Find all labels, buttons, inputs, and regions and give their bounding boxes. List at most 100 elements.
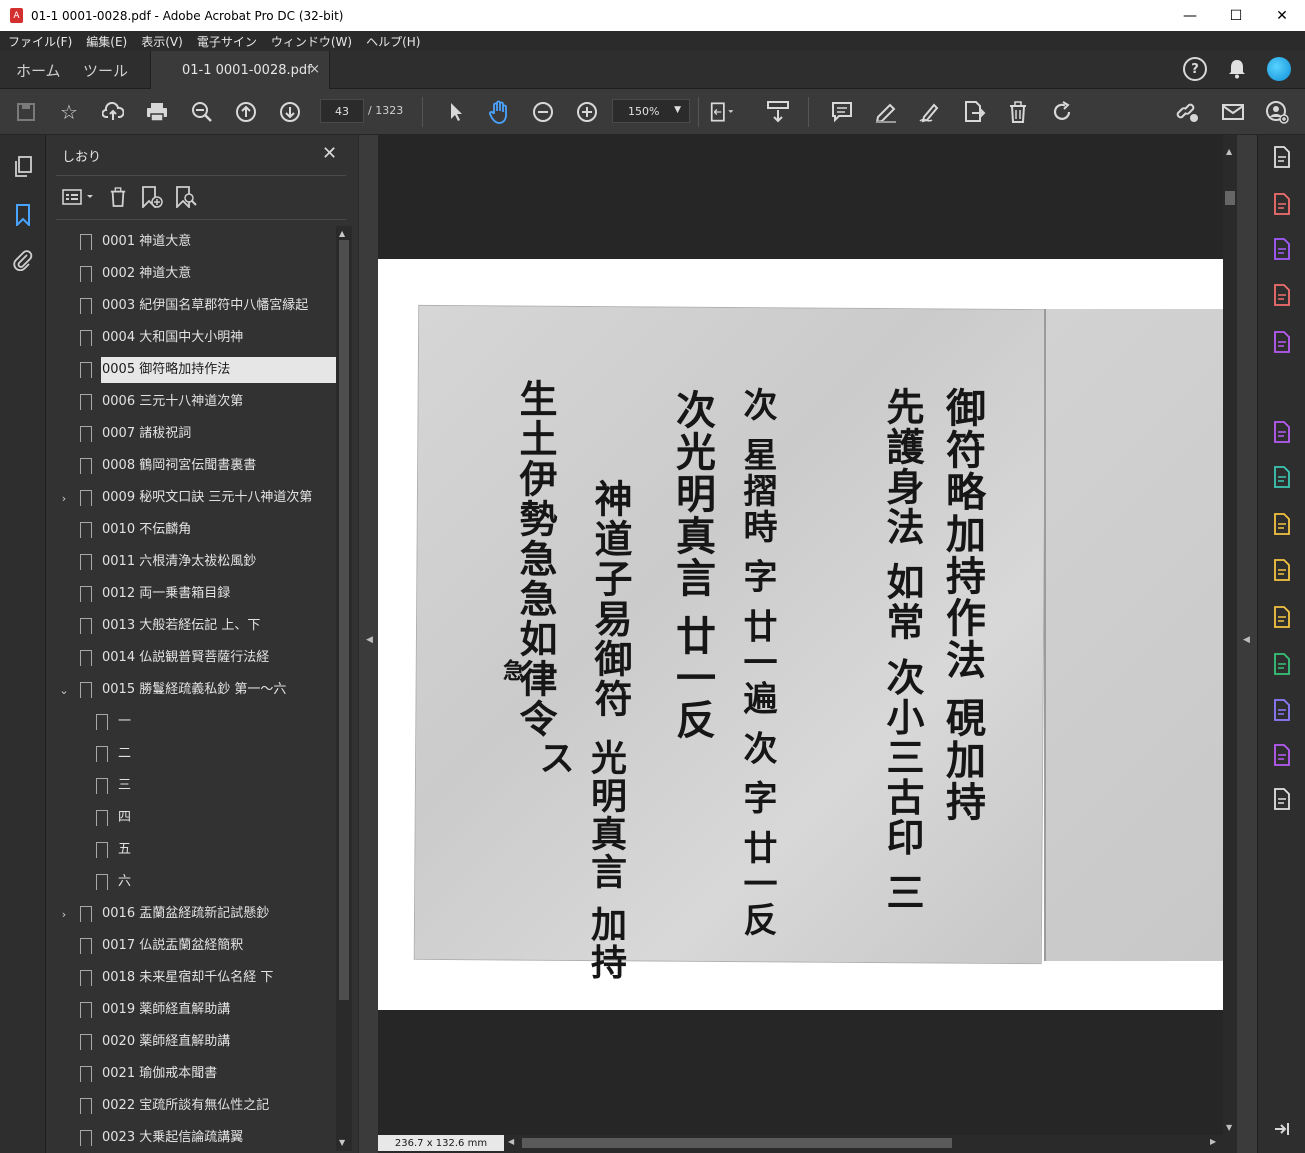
bookmark-item[interactable]: 0017 仏説盂蘭盆経簡釈 bbox=[46, 930, 336, 962]
bookmark-item[interactable]: 0011 六根清浄太祓松風鈔 bbox=[46, 546, 336, 578]
user-add-icon[interactable] bbox=[1264, 99, 1290, 125]
compare-icon[interactable] bbox=[1270, 512, 1294, 536]
rotate-icon[interactable] bbox=[1049, 99, 1075, 125]
new-bookmark-icon[interactable] bbox=[138, 183, 166, 211]
expand-right-icon[interactable]: ◀ bbox=[1243, 635, 1250, 645]
menu-help[interactable]: ヘルプ(H) bbox=[366, 33, 420, 50]
edit-pdf-icon[interactable] bbox=[1270, 330, 1294, 354]
tab-home[interactable]: ホーム bbox=[16, 51, 61, 89]
menu-window[interactable]: ウィンドウ(W) bbox=[271, 33, 352, 50]
scroll-mode-icon[interactable] bbox=[765, 99, 791, 125]
menu-edit[interactable]: 編集(E) bbox=[86, 33, 127, 50]
protect-icon[interactable] bbox=[1270, 698, 1294, 722]
highlight-icon[interactable] bbox=[873, 99, 899, 125]
bookmark-item[interactable]: 0023 大乗起信論疏講翼 bbox=[46, 1122, 336, 1151]
create-pdf-icon[interactable] bbox=[1270, 192, 1294, 216]
bookmark-item[interactable]: 0014 仏説観普賢菩薩行法経 bbox=[46, 642, 336, 674]
export-pdf-icon[interactable] bbox=[1270, 465, 1294, 489]
collapse-tools-icon[interactable] bbox=[1270, 1117, 1294, 1141]
page-down-icon[interactable] bbox=[277, 99, 303, 125]
chevron-down-icon[interactable]: ⌄ bbox=[58, 684, 70, 697]
menu-view[interactable]: 表示(V) bbox=[141, 33, 183, 50]
comment-tool-icon[interactable] bbox=[1270, 605, 1294, 629]
bookmark-item[interactable]: 0022 宝疏所談有無仏性之記 bbox=[46, 1090, 336, 1122]
scroll-left-arrow[interactable]: ◀ bbox=[508, 1137, 514, 1146]
bookmark-item[interactable]: 六 bbox=[46, 866, 336, 898]
bookmark-item[interactable]: 0012 両一乗書箱目録 bbox=[46, 578, 336, 610]
bookmark-item[interactable]: 0008 鶴岡祠宮伝聞書裏書 bbox=[46, 450, 336, 482]
close-window-button[interactable]: ✕ bbox=[1259, 0, 1305, 31]
fill-sign-icon[interactable] bbox=[1270, 420, 1294, 444]
tab-tools[interactable]: ツール bbox=[83, 51, 128, 89]
bookmark-scrollbar[interactable]: ▲ ▼ bbox=[336, 226, 352, 1151]
print-icon[interactable] bbox=[144, 99, 170, 125]
bookmark-item[interactable]: 0013 大般若経伝記 上、下 bbox=[46, 610, 336, 642]
bookmark-item[interactable]: 四 bbox=[46, 802, 336, 834]
bookmark-options-icon[interactable] bbox=[60, 183, 98, 211]
export-icon[interactable] bbox=[961, 99, 987, 125]
bookmark-item[interactable]: 三 bbox=[46, 770, 336, 802]
bookmark-item[interactable]: 0007 諸秡祝詞 bbox=[46, 418, 336, 450]
share-link-icon[interactable] bbox=[1175, 99, 1201, 125]
scroll-up-arrow[interactable]: ▲ bbox=[1226, 147, 1232, 156]
star-icon[interactable]: ☆ bbox=[56, 99, 82, 125]
bookmark-item[interactable]: › 0016 盂蘭盆経疏新記試懸鈔 bbox=[46, 898, 336, 930]
scroll-down-arrow[interactable]: ▼ bbox=[1226, 1123, 1232, 1132]
bookmark-item[interactable]: 0004 大和国中大小明神 bbox=[46, 322, 336, 354]
user-avatar[interactable] bbox=[1267, 57, 1291, 81]
bookmark-item[interactable]: 0001 神道大意 bbox=[46, 226, 336, 258]
page-number-input[interactable] bbox=[320, 99, 364, 123]
bookmark-item[interactable]: 0018 未来星宿却千仏名経 下 bbox=[46, 962, 336, 994]
maximize-button[interactable]: ☐ bbox=[1213, 0, 1259, 31]
tab-document[interactable]: 01-1 0001-0028.pdf × bbox=[150, 51, 330, 90]
zoom-plus-icon[interactable] bbox=[574, 99, 600, 125]
fit-page-icon[interactable] bbox=[710, 99, 736, 125]
find-bookmark-icon[interactable] bbox=[172, 183, 200, 211]
menu-esign[interactable]: 電子サイン bbox=[197, 33, 257, 50]
bookmark-item[interactable]: 五 bbox=[46, 834, 336, 866]
trash-icon[interactable] bbox=[1005, 99, 1031, 125]
scrollbar-thumb[interactable] bbox=[1225, 191, 1235, 205]
attachment-icon[interactable] bbox=[11, 248, 35, 272]
document-viewer[interactable]: 御符略加持作法 硯加持 先護身法 如常 次小三古印 三 次 星摺時 字 廿一遍 … bbox=[378, 135, 1223, 1135]
bookmark-item[interactable]: 二 bbox=[46, 738, 336, 770]
zoom-level-select[interactable]: 150% ▼ bbox=[612, 99, 690, 123]
scroll-up-arrow[interactable]: ▲ bbox=[339, 229, 345, 238]
notification-bell-icon[interactable] bbox=[1225, 57, 1249, 81]
scroll-right-arrow[interactable]: ▶ bbox=[1210, 1137, 1216, 1146]
bookmark-item[interactable]: 0003 紀伊国名草郡符中八幡宮縁起 bbox=[46, 290, 336, 322]
scan-icon[interactable] bbox=[1270, 558, 1294, 582]
print-production-icon[interactable] bbox=[1270, 652, 1294, 676]
close-panel-icon[interactable]: ✕ bbox=[322, 143, 337, 164]
scroll-down-arrow[interactable]: ▼ bbox=[339, 1138, 345, 1147]
bookmark-item[interactable]: 一 bbox=[46, 706, 336, 738]
bookmark-item[interactable]: › 0009 秘呎文口訣 三元十八神道次第 bbox=[46, 482, 336, 514]
close-tab-icon[interactable]: × bbox=[309, 62, 320, 77]
bookmark-item[interactable]: ⌄ 0015 勝鬘経疏義私鈔 第一～六 bbox=[46, 674, 336, 706]
more-tools-icon[interactable] bbox=[1270, 787, 1294, 811]
collapse-left-icon[interactable]: ◀ bbox=[366, 635, 373, 645]
page-up-icon[interactable] bbox=[233, 99, 259, 125]
upload-icon[interactable] bbox=[100, 99, 126, 125]
select-arrow-icon[interactable] bbox=[443, 99, 469, 125]
chevron-right-icon[interactable]: › bbox=[58, 492, 70, 505]
save-icon[interactable] bbox=[13, 99, 39, 125]
menu-file[interactable]: ファイル(F) bbox=[8, 33, 72, 50]
enhance-icon[interactable] bbox=[1270, 145, 1294, 169]
bookmark-item[interactable]: 0002 神道大意 bbox=[46, 258, 336, 290]
delete-bookmark-icon[interactable] bbox=[104, 183, 132, 211]
bookmark-item[interactable]: 0021 瑜伽戒本聞書 bbox=[46, 1058, 336, 1090]
bookmark-item[interactable]: 0005 御符略加持作法 bbox=[46, 354, 336, 386]
request-sign-icon[interactable] bbox=[1270, 743, 1294, 767]
mail-icon[interactable] bbox=[1220, 99, 1246, 125]
combine-icon[interactable] bbox=[1270, 237, 1294, 261]
bookmark-item[interactable]: 0006 三元十八神道次第 bbox=[46, 386, 336, 418]
sign-icon[interactable] bbox=[917, 99, 943, 125]
bookmark-item[interactable]: 0010 不伝麟角 bbox=[46, 514, 336, 546]
bookmark-panel-icon[interactable] bbox=[11, 203, 35, 227]
zoom-minus-icon[interactable] bbox=[530, 99, 556, 125]
comment-icon[interactable] bbox=[829, 99, 855, 125]
bookmark-item[interactable]: 0020 薬師経直解助講 bbox=[46, 1026, 336, 1058]
organize-icon[interactable] bbox=[1270, 283, 1294, 307]
zoom-out-search-icon[interactable] bbox=[189, 99, 215, 125]
